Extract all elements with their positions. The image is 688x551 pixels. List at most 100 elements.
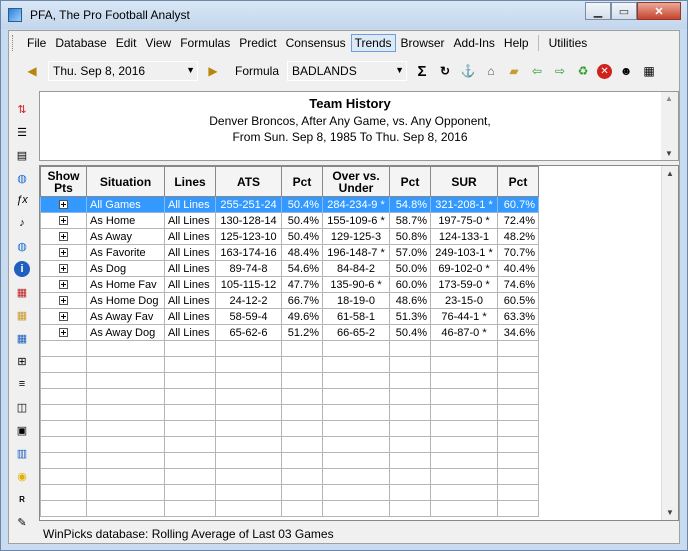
column-header-ats-pct[interactable]: Pct [281,166,323,197]
open-folder-icon[interactable]: ▰ [505,62,523,80]
back-arrow-icon[interactable]: ⇦ [528,62,546,80]
table-row[interactable]: As Home All Lines 130-128-14 50.4% 155-109-6… [40,212,539,229]
column-header-sur-pct[interactable]: Pct [497,166,539,197]
scroll-down-icon[interactable]: ▼ [666,508,674,517]
menu-consensus[interactable]: Consensus [282,34,350,52]
expand-plus-icon[interactable] [59,264,68,274]
spreadsheet-icon[interactable]: ▦ [14,284,30,300]
table-row[interactable]: All Games All Lines 255-251-24 50.4% 284-234… [40,196,539,213]
menu-file[interactable]: File [23,34,50,52]
formula-dropdown[interactable]: BADLANDS ▼ [287,61,408,81]
recycle-icon[interactable]: ♻ [574,62,592,80]
expand-plus-icon[interactable] [59,200,68,210]
menu-database[interactable]: Database [51,34,110,52]
list-icon[interactable]: ☰ [14,124,30,140]
expand-plus-icon[interactable] [59,312,68,322]
empty-table-row [40,484,539,501]
expand-cell[interactable] [40,292,87,309]
menu-view[interactable]: View [141,34,175,52]
chart-table-icon[interactable]: ▦ [14,330,30,346]
globe-network-icon[interactable]: ◍ [14,238,30,254]
menu-trends[interactable]: Trends [350,34,396,52]
menu-help[interactable]: Help [500,34,533,52]
scroll-down-icon[interactable]: ▼ [665,149,673,158]
stop-icon[interactable]: ✕ [597,63,613,79]
table-icon[interactable]: ▦ [14,307,30,323]
menu-add-ins[interactable]: Add-Ins [450,34,499,52]
expand-cell[interactable] [40,228,87,245]
empty-cell [86,436,165,453]
expand-cell[interactable] [40,260,87,277]
title-bar[interactable]: PFA, The Pro Football Analyst ▁ ▭ ✕ [1,1,687,29]
edit-icon[interactable]: ✎ [14,514,30,530]
empty-cell [497,452,539,469]
panel-icon[interactable]: ◫ [14,399,30,415]
column-header-ats[interactable]: ATS [215,166,282,197]
expand-cell[interactable] [40,308,87,325]
empty-cell [40,372,87,389]
menu-formulas[interactable]: Formulas [176,34,234,52]
forward-arrow-icon[interactable]: ⇨ [551,62,569,80]
grid-icon[interactable]: ▦ [640,62,658,80]
table-row[interactable]: As Dog All Lines 89-74-8 54.6% 84-84-2 50.0% 6… [40,260,539,277]
expand-cell[interactable] [40,212,87,229]
table-row[interactable]: As Favorite All Lines 163-174-16 48.4% 196-1… [40,244,539,261]
expand-plus-icon[interactable] [59,328,68,338]
column-header-sur[interactable]: SUR [430,166,498,197]
expand-cell[interactable] [40,324,87,341]
date-dropdown[interactable]: Thu. Sep 8, 2016 ▼ [48,61,198,81]
column-header-lines[interactable]: Lines [164,166,216,197]
menu-edit[interactable]: Edit [112,34,141,52]
code-icon[interactable]: R [14,491,30,507]
anchor-icon[interactable]: ⚓ [459,62,477,80]
expand-plus-icon[interactable] [59,248,68,258]
table-row[interactable]: As Away Fav All Lines 58-59-4 49.6% 61-58-1 5… [40,308,539,325]
tree-icon[interactable]: ≡ [14,376,30,392]
menu-grip[interactable] [12,35,15,51]
table-cell: 173-59-0 * [430,276,498,293]
refresh-icon[interactable]: ↻ [436,62,454,80]
column-header-ou-pct[interactable]: Pct [389,166,431,197]
scroll-up-icon[interactable]: ▲ [666,169,674,178]
minimize-button[interactable]: ▁ [585,2,611,20]
close-button[interactable]: ✕ [637,2,681,20]
bar-chart-icon[interactable]: ▥ [14,445,30,461]
globe-icon[interactable]: ◍ [14,170,30,186]
empty-cell [40,468,87,485]
empty-cell [164,436,216,453]
expand-plus-icon[interactable] [59,232,68,242]
add-row-icon[interactable]: ⊞ [14,353,30,369]
maximize-button[interactable]: ▭ [611,2,637,20]
sigma-icon[interactable]: Σ [413,62,431,80]
calendar-back-icon[interactable]: ◀ [23,62,41,80]
person-icon[interactable]: ☻ [617,62,635,80]
info-icon[interactable]: i [14,261,30,277]
sort-icon[interactable]: ⇅ [14,101,30,117]
menu-predict[interactable]: Predict [235,34,280,52]
window-icon[interactable]: ▣ [14,422,30,438]
home-icon[interactable]: ⌂ [482,62,500,80]
document-icon[interactable]: ▤ [14,147,30,163]
grid-scrollbar[interactable]: ▲ ▼ [661,166,678,520]
scroll-up-icon[interactable]: ▲ [665,94,673,103]
expand-plus-icon[interactable] [59,280,68,290]
table-row[interactable]: As Home Dog All Lines 24-12-2 66.7% 18-19-0 4… [40,292,539,309]
lightbulb-icon[interactable]: ◉ [14,468,30,484]
expand-plus-icon[interactable] [59,296,68,306]
function-icon[interactable]: ƒx [14,192,30,208]
expand-cell[interactable] [40,196,87,213]
column-header-show-pts[interactable]: Show Pts [40,166,87,197]
expand-plus-icon[interactable] [59,216,68,226]
music-icon[interactable]: ♪ [14,215,30,231]
expand-cell[interactable] [40,244,87,261]
table-row[interactable]: As Away All Lines 125-123-10 50.4% 129-125-3… [40,228,539,245]
menu-browser[interactable]: Browser [397,34,449,52]
column-header-situation[interactable]: Situation [86,166,165,197]
calendar-forward-icon[interactable]: ▶ [204,62,222,80]
table-row[interactable]: As Home Fav All Lines 105-115-12 47.7% 135-9… [40,276,539,293]
expand-cell[interactable] [40,276,87,293]
table-row[interactable]: As Away Dog All Lines 65-62-6 51.2% 66-65-2 5… [40,324,539,341]
header-scrollbar[interactable]: ▲ ▼ [661,92,678,160]
menu-utilities[interactable]: Utilities [545,34,592,52]
column-header-over-under[interactable]: Over vs. Under [322,166,390,197]
